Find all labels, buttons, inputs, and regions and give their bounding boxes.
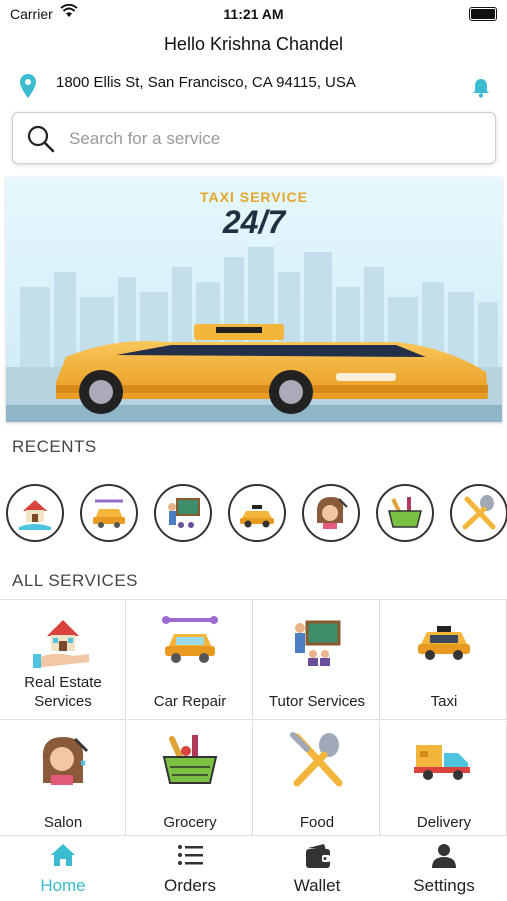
taxi-icon bbox=[240, 505, 274, 528]
recent-salon[interactable] bbox=[302, 484, 360, 542]
greeting-title: Hello Krishna Chandel bbox=[163, 34, 344, 54]
recents-row bbox=[6, 480, 507, 550]
search-icon bbox=[27, 125, 55, 158]
clock: 11:21 AM bbox=[223, 6, 284, 22]
service-label: Grocery bbox=[163, 814, 217, 831]
service-label: Taxi bbox=[430, 693, 458, 710]
food-icon bbox=[290, 732, 343, 787]
location-bar[interactable]: 1800 Ellis St, San Francisco, CA 94115, … bbox=[20, 70, 490, 100]
delivery-truck-icon bbox=[414, 745, 470, 780]
service-car-repair[interactable]: Car Repair bbox=[127, 600, 253, 720]
service-real-estate[interactable]: Real Estate Services bbox=[0, 600, 126, 720]
home-icon bbox=[51, 844, 75, 866]
all-services-title: ALL SERVICES bbox=[12, 571, 139, 590]
tab-settings[interactable]: Settings bbox=[381, 836, 507, 901]
services-grid: Real Estate Services Car Repair Tutor Se… bbox=[0, 599, 507, 836]
real-estate-icon bbox=[33, 620, 89, 668]
bell-icon[interactable] bbox=[472, 78, 490, 103]
address-text: 1800 Ellis St, San Francisco, CA 94115, … bbox=[56, 74, 356, 91]
recent-tutor[interactable] bbox=[154, 484, 212, 542]
service-label: Salon bbox=[43, 814, 83, 831]
service-label: Car Repair bbox=[153, 693, 227, 710]
recent-taxi[interactable] bbox=[228, 484, 286, 542]
car-repair-icon bbox=[162, 616, 218, 663]
search-input[interactable] bbox=[67, 125, 471, 153]
grocery-icon bbox=[388, 497, 422, 528]
banner-subtitle: 24/7 bbox=[222, 204, 287, 240]
tab-wallet[interactable]: Wallet bbox=[254, 836, 380, 901]
real-estate-icon bbox=[19, 500, 51, 530]
list-icon bbox=[178, 845, 203, 865]
service-grocery[interactable]: Grocery bbox=[127, 721, 253, 836]
promo-banner[interactable]: TAXI SERVICE 24/7 bbox=[6, 177, 502, 422]
service-label: Tutor Services bbox=[268, 693, 366, 710]
tab-bar: Home Orders Wallet Settings bbox=[0, 835, 507, 901]
recent-car-repair[interactable] bbox=[80, 484, 138, 542]
tutor-icon bbox=[295, 620, 341, 666]
grocery-icon bbox=[162, 735, 218, 784]
recent-grocery[interactable] bbox=[376, 484, 434, 542]
status-bar: Carrier 11:21 AM bbox=[0, 0, 507, 28]
recents-title: RECENTS bbox=[12, 437, 97, 456]
location-pin-icon bbox=[20, 74, 36, 103]
service-taxi[interactable]: Taxi bbox=[381, 600, 507, 720]
tab-home[interactable]: Home bbox=[0, 836, 126, 901]
service-label: Food bbox=[299, 814, 335, 831]
search-bar[interactable] bbox=[12, 112, 496, 164]
tab-orders[interactable]: Orders bbox=[127, 836, 253, 901]
recent-real-estate[interactable] bbox=[6, 484, 64, 542]
service-label: Real Estate Services bbox=[24, 674, 102, 710]
recent-food[interactable] bbox=[450, 484, 507, 542]
taxi-icon bbox=[418, 626, 470, 660]
tab-label: Home bbox=[40, 876, 86, 895]
battery-icon bbox=[469, 7, 497, 21]
service-label: Delivery bbox=[416, 814, 472, 831]
wallet-icon bbox=[306, 844, 330, 868]
salon-icon bbox=[317, 497, 348, 529]
service-salon[interactable]: Salon bbox=[0, 721, 126, 836]
service-food[interactable]: Food bbox=[254, 721, 380, 836]
tutor-icon bbox=[168, 498, 200, 528]
service-delivery[interactable]: Delivery bbox=[381, 721, 507, 836]
food-icon bbox=[462, 495, 496, 530]
service-tutor[interactable]: Tutor Services bbox=[254, 600, 380, 720]
car-repair-icon bbox=[93, 499, 125, 528]
tab-label: Orders bbox=[164, 876, 216, 895]
banner-title: TAXI SERVICE bbox=[200, 189, 308, 205]
tab-label: Wallet bbox=[293, 876, 341, 895]
user-icon bbox=[432, 844, 456, 868]
tab-label: Settings bbox=[413, 876, 475, 895]
salon-icon bbox=[42, 737, 89, 785]
